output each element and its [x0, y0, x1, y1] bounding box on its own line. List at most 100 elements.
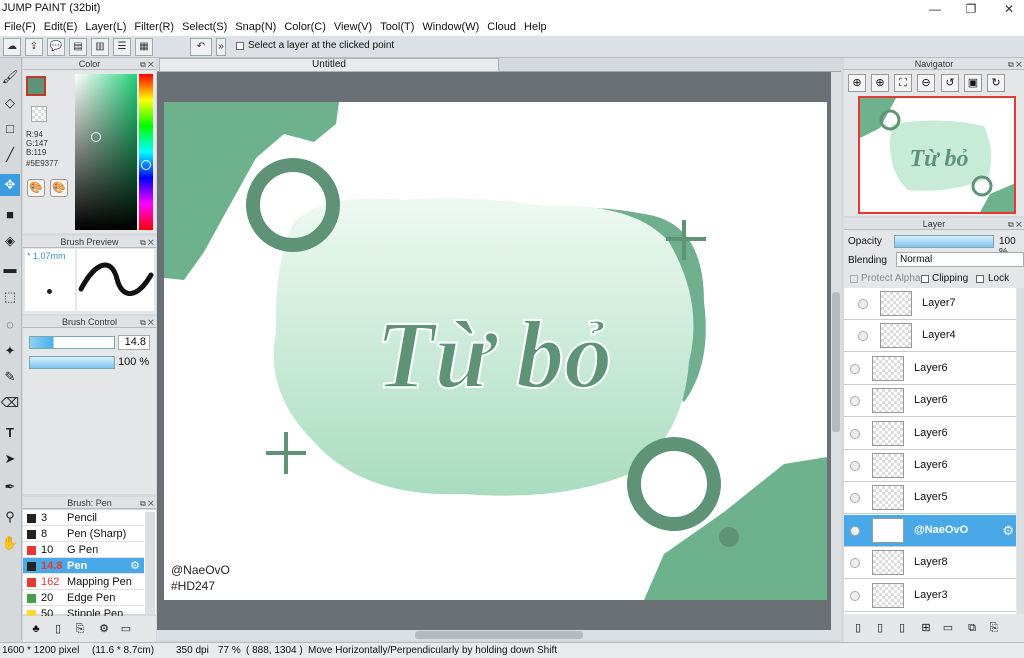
brush-folder-icon[interactable]: ▭	[117, 620, 135, 638]
new-layer-8bit-icon[interactable]: ▯	[872, 620, 888, 636]
visibility-eye-icon[interactable]	[858, 331, 868, 342]
lasso-icon[interactable]: ◌	[0, 314, 20, 336]
vertical-scroll-thumb[interactable]	[832, 292, 840, 432]
brush-size-value[interactable]: 14.8	[118, 335, 150, 350]
duplicate-layer-icon[interactable]: ⧉	[964, 620, 980, 636]
menu-view[interactable]: View(V)	[330, 18, 376, 36]
copy-brush-icon[interactable]: ⎘	[71, 620, 89, 638]
rotate-right-icon[interactable]: ↻	[987, 74, 1005, 92]
menu-layer[interactable]: Layer(L)	[81, 18, 130, 36]
menu-window[interactable]: Window(W)	[418, 18, 483, 36]
brush-list-item[interactable]: 10 G Pen	[23, 542, 144, 558]
transparent-color-swatch[interactable]	[31, 106, 47, 122]
visibility-eye-icon[interactable]	[850, 428, 860, 439]
menu-help[interactable]: Help	[520, 18, 551, 36]
brush-tool-icon[interactable]: 🖌	[0, 66, 20, 88]
more-icon[interactable]: »	[216, 38, 226, 56]
blending-select[interactable]: Normal	[896, 252, 1024, 267]
brush-size-slider[interactable]	[29, 336, 115, 349]
sv-picker-handle[interactable]	[91, 132, 101, 142]
share-icon[interactable]: ⇪	[25, 38, 43, 56]
menu-filter[interactable]: Filter(R)	[130, 18, 178, 36]
palette-icon[interactable]: 🎨	[27, 179, 45, 197]
add-layer-menu-icon[interactable]: ⊞	[918, 620, 934, 636]
hue-slider-handle[interactable]	[141, 160, 151, 170]
zoom-in-alt-icon[interactable]: ⊕	[871, 74, 889, 92]
menu-tool[interactable]: Tool(T)	[376, 18, 418, 36]
canvas-vertical-scrollbar[interactable]	[831, 72, 841, 632]
protect-alpha-checkbox[interactable]	[850, 275, 858, 283]
drawing-canvas[interactable]: Từ bỏ @NaeOvO #HD247	[164, 102, 827, 600]
select-eraser-icon[interactable]: ⌫	[0, 392, 20, 414]
line-tool-icon[interactable]: ╱	[0, 144, 20, 166]
layer-row[interactable]: Layer6	[844, 352, 1016, 385]
minimize-button[interactable]: —	[920, 0, 950, 18]
visibility-eye-icon[interactable]	[850, 590, 860, 601]
magic-wand-icon[interactable]: ✦	[0, 340, 20, 362]
visibility-eye-icon[interactable]	[858, 299, 868, 309]
select-pen-icon[interactable]: ✎	[0, 366, 20, 388]
rectangle-tool-icon[interactable]: □	[0, 118, 20, 140]
close-button[interactable]: ✕	[994, 0, 1024, 18]
clipping-checkbox[interactable]	[921, 275, 929, 283]
layer-row[interactable]: Layer3	[844, 579, 1016, 612]
new-brush-icon[interactable]: ▯	[49, 620, 67, 638]
menu-file[interactable]: File(F)	[0, 18, 40, 36]
layer-row[interactable]: Layer4	[844, 320, 1016, 353]
merge-layer-icon[interactable]: ⎘	[986, 620, 1002, 636]
layer-settings-icon[interactable]: ⚙	[1002, 523, 1014, 539]
menu-color[interactable]: Color(C)	[280, 18, 330, 36]
menu-select[interactable]: Select(S)	[178, 18, 231, 36]
layer-folder-icon[interactable]: ▭	[940, 620, 956, 636]
select-layer-checkbox[interactable]	[236, 42, 244, 50]
layer-row[interactable]: @NaeOvO ⚙	[844, 514, 1016, 547]
move-tool-icon[interactable]: ✥	[0, 174, 20, 196]
navigator-preview[interactable]: Từ bỏ	[858, 96, 1016, 214]
maximize-button[interactable]: ❐	[956, 0, 986, 18]
visibility-eye-icon[interactable]	[850, 493, 860, 504]
text-tool-icon[interactable]: T	[0, 422, 20, 444]
brush-opacity-slider[interactable]	[29, 356, 115, 369]
menu-edit[interactable]: Edit(E)	[40, 18, 82, 36]
layer-row[interactable]: Layer6	[844, 417, 1016, 450]
canvas-horizontal-scrollbar[interactable]	[157, 630, 841, 640]
actual-size-icon[interactable]: ▣	[964, 74, 982, 92]
layer-row[interactable]: Layer6	[844, 450, 1016, 482]
rotate-left-icon[interactable]: ↺	[941, 74, 959, 92]
brush-list-item[interactable]: 14.8 Pen ⚙	[23, 558, 144, 574]
visibility-eye-icon[interactable]	[850, 396, 860, 407]
list-icon[interactable]: ☰	[113, 38, 131, 56]
brush-list-scrollbar[interactable]	[145, 512, 155, 614]
bucket-tool-icon[interactable]: ◈	[0, 230, 20, 252]
gradient-tool-icon[interactable]: ▬	[0, 258, 20, 280]
visibility-eye-icon[interactable]	[850, 363, 860, 374]
foreground-color-swatch[interactable]	[26, 76, 46, 96]
saturation-value-picker[interactable]	[75, 74, 137, 230]
hand-tool-icon[interactable]: ✋	[0, 532, 20, 554]
document-tab[interactable]: Untitled	[159, 58, 499, 72]
visibility-eye-icon[interactable]	[850, 525, 860, 536]
operation-tool-icon[interactable]: ➤	[0, 448, 20, 470]
layer-row[interactable]: Layer7	[844, 288, 1016, 320]
undo-icon[interactable]: ↶	[190, 38, 212, 56]
fill-rect-tool-icon[interactable]: ■	[0, 204, 20, 226]
brush-list-item[interactable]: 20 Edge Pen	[23, 590, 144, 606]
layer-row[interactable]: Layer8	[844, 547, 1016, 580]
brush-settings-icon[interactable]: ⚙	[95, 620, 113, 638]
select-rect-icon[interactable]: ⬚	[0, 286, 20, 308]
menu-snap[interactable]: Snap(N)	[231, 18, 280, 36]
brush-list-item[interactable]: 8 Pen (Sharp)	[23, 526, 144, 542]
layer-row[interactable]: Layer5	[844, 482, 1016, 515]
visibility-eye-icon[interactable]	[850, 558, 860, 569]
hue-slider[interactable]	[139, 74, 153, 230]
zoom-in-icon[interactable]: ⊕	[848, 74, 866, 92]
document-icon[interactable]: ▥	[91, 38, 109, 56]
new-layer-icon[interactable]: ▯	[850, 620, 866, 636]
menu-cloud[interactable]: Cloud	[483, 18, 520, 36]
grid-icon[interactable]: ▦	[135, 38, 153, 56]
zoom-out-icon[interactable]: ⊖	[917, 74, 935, 92]
message-icon[interactable]: ▤	[69, 38, 87, 56]
horizontal-scroll-thumb[interactable]	[415, 631, 583, 639]
palette-edit-icon[interactable]: 🎨	[50, 179, 68, 197]
brush-tree-icon[interactable]: ♣	[27, 620, 45, 638]
